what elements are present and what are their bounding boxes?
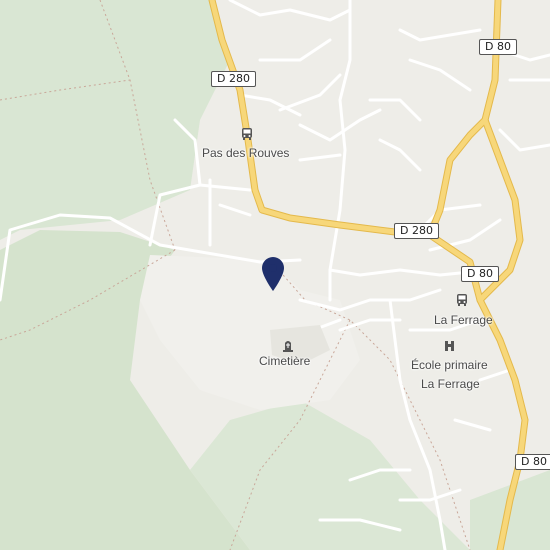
bus-stop-icon[interactable] [240,127,254,141]
forest-area [0,0,230,240]
place-label-la-ferrage[interactable]: La Ferrage [434,313,493,327]
place-label-ecole-subtitle[interactable]: La Ferrage [421,377,480,391]
road-shield-d280: D 280 [211,71,256,87]
road-shield-d280: D 280 [394,223,439,239]
road-shield-d80: D 80 [515,454,550,470]
place-label-cimetiere[interactable]: Cimetière [259,354,310,368]
road-shield-d80: D 80 [479,39,517,55]
bus-stop-icon[interactable] [455,293,469,307]
place-label-pas-des-rouves[interactable]: Pas des Rouves [202,146,289,160]
school-icon[interactable] [443,339,457,353]
cemetery-icon[interactable] [281,338,295,352]
place-label-ecole-primaire[interactable]: École primaire [411,358,488,372]
road-shield-d80: D 80 [461,266,499,282]
clearing-area [140,255,360,410]
map-view[interactable]: D 280 D 280 D 80 D 80 D 80 Pas des Rouve… [0,0,550,550]
location-pin-icon[interactable] [260,256,286,292]
